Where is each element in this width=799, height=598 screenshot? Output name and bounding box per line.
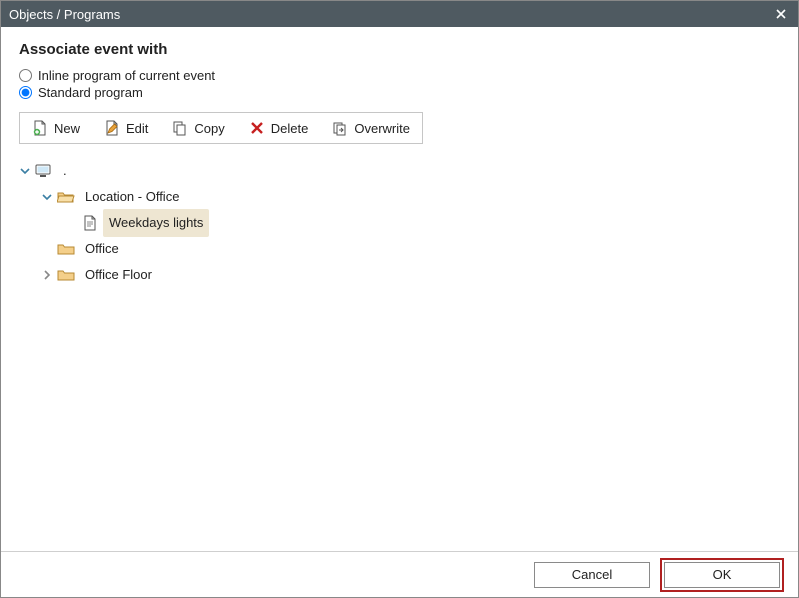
- edit-button-label: Edit: [126, 121, 148, 136]
- copy-icon: [172, 120, 188, 136]
- delete-button[interactable]: Delete: [237, 113, 321, 143]
- window-title: Objects / Programs: [9, 7, 772, 22]
- edit-icon: [104, 120, 120, 136]
- folder-icon: [57, 241, 75, 257]
- dialog-footer: Cancel OK: [1, 551, 798, 597]
- page-title: Associate event with: [19, 41, 780, 58]
- tree-item-office[interactable]: Office: [19, 236, 780, 262]
- tree-item-label: Office Floor: [79, 261, 158, 289]
- chevron-right-icon[interactable]: [41, 269, 53, 281]
- overwrite-button[interactable]: Overwrite: [320, 113, 422, 143]
- radio-inline-program[interactable]: Inline program of current event: [19, 68, 780, 83]
- titlebar: Objects / Programs: [1, 1, 798, 27]
- tree-item-weekdays-lights[interactable]: Weekdays lights: [19, 210, 780, 236]
- copy-button[interactable]: Copy: [160, 113, 236, 143]
- overwrite-button-label: Overwrite: [354, 121, 410, 136]
- tree-root-label: .: [57, 157, 73, 185]
- ok-button-highlight: OK: [660, 558, 784, 592]
- object-tree: . Location - Office: [19, 158, 780, 288]
- delete-button-label: Delete: [271, 121, 309, 136]
- edit-button[interactable]: Edit: [92, 113, 160, 143]
- ok-button[interactable]: OK: [664, 562, 780, 588]
- tree-root[interactable]: .: [19, 158, 780, 184]
- radio-standard-input[interactable]: [19, 86, 32, 99]
- close-icon[interactable]: [772, 9, 790, 19]
- toolbar: New Edit Copy: [19, 112, 423, 144]
- radio-standard-label: Standard program: [38, 85, 143, 100]
- copy-button-label: Copy: [194, 121, 224, 136]
- folder-open-icon: [57, 189, 75, 205]
- cancel-button-label: Cancel: [572, 567, 612, 582]
- tree-item-label: Office: [79, 235, 125, 263]
- folder-icon: [57, 267, 75, 283]
- new-button-label: New: [54, 121, 80, 136]
- radio-inline-input[interactable]: [19, 69, 32, 82]
- new-file-icon: [32, 120, 48, 136]
- cancel-button[interactable]: Cancel: [534, 562, 650, 588]
- tree-item-location-office[interactable]: Location - Office: [19, 184, 780, 210]
- radio-inline-label: Inline program of current event: [38, 68, 215, 83]
- tree-item-label: Weekdays lights: [103, 209, 209, 237]
- program-icon: [81, 215, 99, 231]
- new-button[interactable]: New: [20, 113, 92, 143]
- overwrite-icon: [332, 120, 348, 136]
- dialog-content: Associate event with Inline program of c…: [1, 27, 798, 288]
- delete-icon: [249, 120, 265, 136]
- chevron-down-icon[interactable]: [41, 191, 53, 203]
- chevron-down-icon[interactable]: [19, 165, 31, 177]
- tree-item-label: Location - Office: [79, 183, 185, 211]
- associate-radiogroup: Inline program of current event Standard…: [19, 68, 780, 100]
- radio-standard-program[interactable]: Standard program: [19, 85, 780, 100]
- ok-button-label: OK: [713, 567, 732, 582]
- tree-item-office-floor[interactable]: Office Floor: [19, 262, 780, 288]
- computer-icon: [35, 163, 53, 179]
